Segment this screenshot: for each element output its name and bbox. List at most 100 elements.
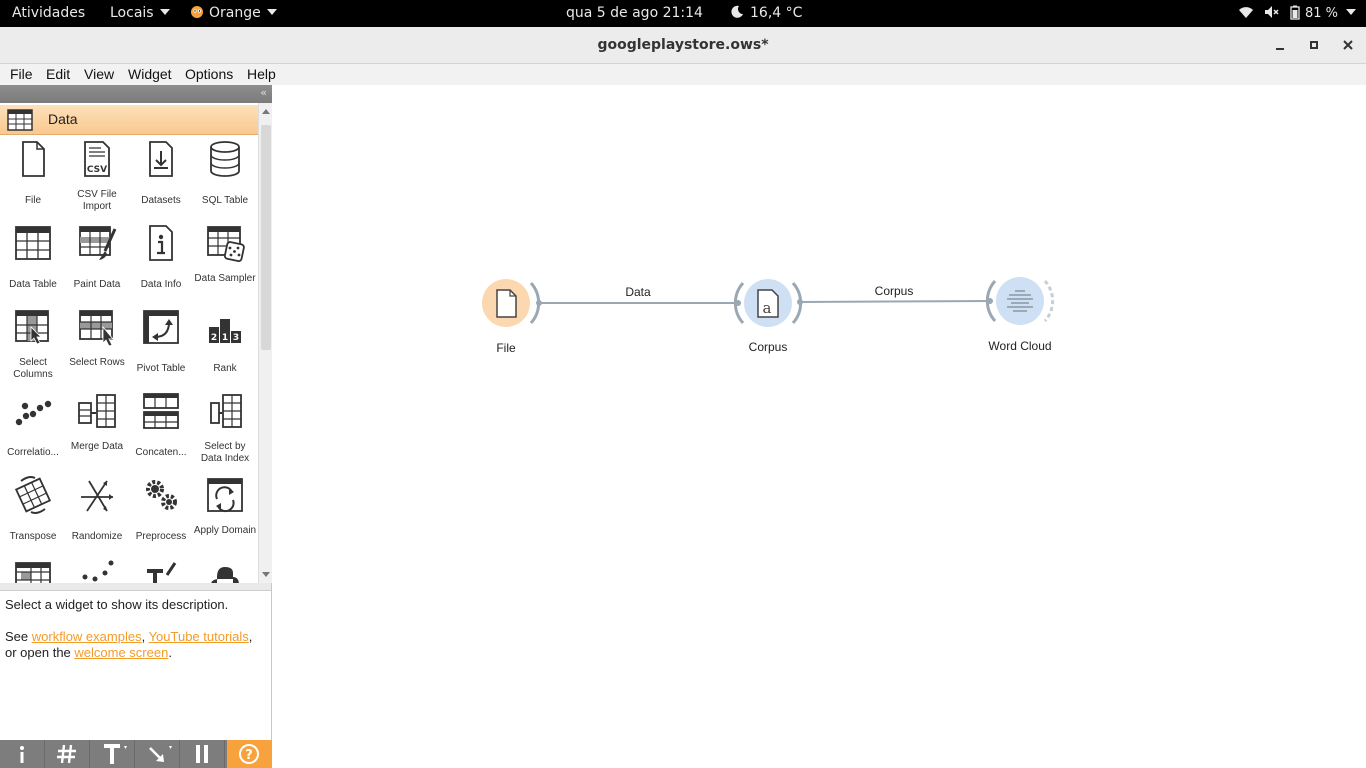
node-corpus[interactable]: a xyxy=(733,279,803,327)
link-corpus[interactable] xyxy=(799,300,991,303)
widget-rank[interactable]: 2 1 3 Rank xyxy=(193,307,257,391)
widget-transpose[interactable]: Transpose xyxy=(1,475,65,559)
workflow-canvas[interactable]: a Data Corpus File Corpus Word Cloud xyxy=(273,85,1366,768)
widget-label: Apply Domain xyxy=(193,525,257,536)
gears-icon xyxy=(146,480,177,510)
widget-select-columns[interactable]: Select Columns xyxy=(1,307,65,391)
info-button[interactable] xyxy=(0,740,45,768)
chevron-down-icon xyxy=(266,9,277,15)
info-icon xyxy=(149,225,173,261)
add-text-button[interactable] xyxy=(90,740,135,768)
grid-button[interactable] xyxy=(45,740,90,768)
menu-bar: File Edit View Widget Options Help xyxy=(0,64,1366,85)
hash-icon xyxy=(57,744,76,764)
toolbox-scrollbar[interactable] xyxy=(258,103,272,583)
widget-label: CSV File Import xyxy=(77,189,117,212)
window-title: googleplaystore.ows* xyxy=(597,37,769,53)
widget-partial-python[interactable] xyxy=(193,559,257,583)
category-label: Data xyxy=(48,111,78,127)
widget-concatenate[interactable]: Concaten... xyxy=(129,391,193,475)
svg-text:2: 2 xyxy=(211,333,217,343)
help-icon: ? xyxy=(239,744,259,764)
clock[interactable]: qua 5 de ago 21:14 xyxy=(566,0,703,27)
node-word-cloud[interactable] xyxy=(985,277,1055,325)
dice-table-icon xyxy=(207,226,245,263)
python-icon xyxy=(211,567,239,583)
select-index-icon xyxy=(210,394,242,428)
svg-text:?: ? xyxy=(245,748,253,763)
widget-partial-table[interactable] xyxy=(1,559,65,583)
widget-data-sampler[interactable]: Data Sampler xyxy=(193,223,257,307)
widget-datasets[interactable]: Datasets xyxy=(129,139,193,223)
activities-button[interactable]: Atividades xyxy=(12,0,85,27)
node-label-corpus: Corpus xyxy=(748,340,788,354)
maximize-icon[interactable] xyxy=(1306,37,1322,53)
workflow-examples-link[interactable]: workflow examples xyxy=(32,629,142,644)
menu-options[interactable]: Options xyxy=(185,66,233,82)
link-label-corpus: Corpus xyxy=(874,284,914,298)
arrow-icon xyxy=(149,746,172,762)
widget-partial-scatter[interactable] xyxy=(65,559,129,583)
widget-label: Rank xyxy=(213,363,237,374)
widget-file[interactable]: File xyxy=(1,139,65,223)
widget-apply-domain[interactable]: Apply Domain xyxy=(193,475,257,559)
widget-partial-text[interactable] xyxy=(129,559,193,583)
battery-level: 81 % xyxy=(1304,6,1338,21)
window-title-bar: googleplaystore.ows* xyxy=(0,27,1366,64)
widget-label: Concaten... xyxy=(135,447,187,458)
battery-icon xyxy=(1290,5,1300,20)
places-menu[interactable]: Locais xyxy=(110,0,170,27)
table-icon xyxy=(7,109,33,131)
widget-pivot-table[interactable]: Pivot Table xyxy=(129,307,193,391)
paint-data-icon xyxy=(79,226,117,260)
close-icon[interactable] xyxy=(1340,37,1356,53)
menu-edit[interactable]: Edit xyxy=(46,66,70,82)
widget-data-info[interactable]: Data Info xyxy=(129,223,193,307)
widget-sql-table[interactable]: SQL Table xyxy=(193,139,257,223)
widget-label: Preprocess xyxy=(135,531,187,542)
widget-merge-data[interactable]: Merge Data xyxy=(65,391,129,475)
widget-csv-file-import[interactable]: CSV CSV File Import xyxy=(65,139,129,223)
app-label: Orange xyxy=(209,5,261,21)
pause-button[interactable] xyxy=(180,740,225,768)
youtube-tutorials-link[interactable]: YouTube tutorials xyxy=(149,629,249,644)
widget-paint-data[interactable]: Paint Data xyxy=(65,223,129,307)
node-file[interactable] xyxy=(482,279,541,327)
scroll-down-icon[interactable] xyxy=(262,572,270,577)
correlations-icon xyxy=(15,400,52,426)
dock-toolbar: ? xyxy=(0,740,272,768)
category-header-data[interactable]: Data xyxy=(0,105,258,135)
widget-toolbox: Data File CSV CSV File Import Datasets S… xyxy=(0,103,258,583)
widget-correlations[interactable]: Correlatio... xyxy=(1,391,65,475)
system-status-menu[interactable]: 81 % xyxy=(1238,0,1356,27)
or-open-text: or open the xyxy=(5,645,75,660)
add-arrow-button[interactable] xyxy=(135,740,180,768)
link-label-data: Data xyxy=(625,285,651,299)
widget-label: Paint Data xyxy=(73,279,121,290)
help-button[interactable]: ? xyxy=(227,740,272,768)
menu-view[interactable]: View xyxy=(84,66,114,82)
svg-text:CSV: CSV xyxy=(87,165,107,175)
menu-help[interactable]: Help xyxy=(247,66,276,82)
weather-indicator[interactable]: 16,4 °C xyxy=(730,0,802,27)
minimize-icon[interactable] xyxy=(1272,37,1288,53)
menu-widget[interactable]: Widget xyxy=(128,66,172,82)
concatenate-icon xyxy=(143,393,179,429)
widget-randomize[interactable]: Randomize xyxy=(65,475,129,559)
menu-file[interactable]: File xyxy=(10,66,33,82)
description-welcome: or open the welcome screen. xyxy=(5,645,266,661)
widget-dock: « Data File CSV CSV File Import Datasets… xyxy=(0,85,272,768)
widget-select-by-data-index[interactable]: Select by Data Index xyxy=(193,391,257,475)
widget-data-table[interactable]: Data Table xyxy=(1,223,65,307)
app-menu[interactable]: Orange xyxy=(189,0,277,27)
scroll-thumb[interactable] xyxy=(261,125,271,350)
widget-preprocess[interactable]: Preprocess xyxy=(129,475,193,559)
widget-select-rows[interactable]: Select Rows xyxy=(65,307,129,391)
welcome-screen-link[interactable]: welcome screen xyxy=(74,645,168,660)
table-icon xyxy=(15,562,51,583)
chevron-down-icon xyxy=(1346,9,1356,15)
svg-text:a: a xyxy=(763,299,772,317)
collapse-dock-icon[interactable]: « xyxy=(260,86,267,99)
scroll-up-icon[interactable] xyxy=(262,109,270,114)
widget-label: Data Info xyxy=(140,279,182,290)
